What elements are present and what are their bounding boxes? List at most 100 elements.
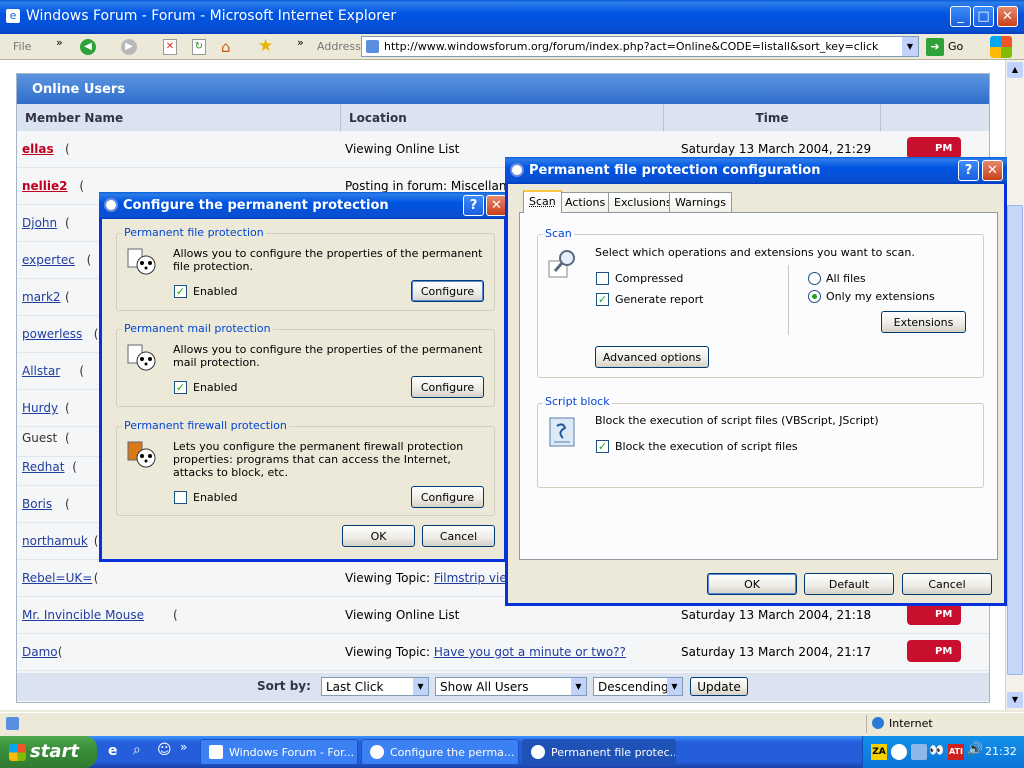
block-scripts-checkbox[interactable]: ✓ xyxy=(596,440,609,453)
start-button[interactable]: start xyxy=(0,736,97,768)
enabled-checkbox[interactable]: ✓ xyxy=(174,285,187,298)
member-link[interactable]: Boris xyxy=(22,497,52,511)
member-link[interactable]: Djohn xyxy=(22,216,57,230)
enabled-label: Enabled xyxy=(193,381,238,394)
column-actions xyxy=(881,104,989,131)
toolbar-overflow-icon[interactable]: » xyxy=(297,36,304,49)
forward-icon[interactable]: ▶ xyxy=(121,39,137,55)
close-button[interactable]: ✕ xyxy=(982,160,1003,181)
maximize-button[interactable]: □ xyxy=(973,6,994,27)
member-link[interactable]: Rebel=UK= xyxy=(22,571,92,585)
go-button[interactable]: ➜ Go xyxy=(924,37,968,57)
ati-tray-icon[interactable]: ATI xyxy=(948,744,964,760)
pm-button[interactable]: PM xyxy=(907,137,961,159)
scroll-down-icon[interactable]: ▼ xyxy=(1007,692,1023,708)
extensions-button[interactable]: Extensions xyxy=(881,311,966,333)
file-protection-titlebar: Permanent file protection configuration … xyxy=(505,157,1007,184)
generate-report-checkbox[interactable]: ✓ xyxy=(596,293,609,306)
member-link[interactable]: Allstar xyxy=(22,364,60,378)
configure-button[interactable]: Configure xyxy=(411,280,484,302)
address-field[interactable]: http://www.windowsforum.org/forum/index.… xyxy=(361,36,919,57)
member-link[interactable]: powerless xyxy=(22,327,82,341)
member-ip: ( xyxy=(93,534,99,548)
default-button[interactable]: Default xyxy=(804,573,894,595)
sort-bar: Sort by: Last Click ▼ Show All Users ▼ Des… xyxy=(17,673,989,701)
compressed-checkbox[interactable] xyxy=(596,272,609,285)
member-link[interactable]: mark2 xyxy=(22,290,61,304)
sort-order-select[interactable]: Descending ▼ xyxy=(593,677,683,696)
ok-button[interactable]: OK xyxy=(707,573,797,595)
ok-button[interactable]: OK xyxy=(342,525,415,547)
magnifier-icon xyxy=(547,247,579,279)
menu-file[interactable]: File xyxy=(13,40,31,53)
task-windows-forum[interactable]: Windows Forum - For... xyxy=(200,739,358,765)
home-icon[interactable]: ⌂ xyxy=(221,38,231,56)
tab-warnings[interactable]: Warnings xyxy=(669,192,732,212)
cancel-button[interactable]: Cancel xyxy=(422,525,495,547)
panda-title-icon xyxy=(104,198,118,212)
configure-button[interactable]: Configure xyxy=(411,376,484,398)
status-bar: Internet xyxy=(0,712,1024,735)
minimize-button[interactable]: _ xyxy=(950,6,971,27)
menu-overflow-icon[interactable]: » xyxy=(56,36,63,49)
ie-quicklaunch-icon[interactable]: e xyxy=(108,743,118,759)
only-my-extensions-radio[interactable] xyxy=(808,290,821,303)
scroll-thumb[interactable] xyxy=(1007,205,1023,675)
cancel-button[interactable]: Cancel xyxy=(902,573,992,595)
script-icon xyxy=(547,416,579,448)
member-link[interactable]: Redhat xyxy=(22,460,64,474)
member-link[interactable]: Damo xyxy=(22,645,58,659)
network-tray-icon[interactable] xyxy=(911,744,927,760)
tab-actions[interactable]: Actions xyxy=(559,192,612,212)
task-file-protection[interactable]: Permanent file protec... xyxy=(522,739,676,765)
address-dropdown-icon[interactable]: ▼ xyxy=(902,37,918,56)
quicklaunch-overflow-icon[interactable]: » xyxy=(180,740,187,754)
tab-panel: Scan Select which operations and extensi… xyxy=(519,212,998,560)
pm-button[interactable]: PM xyxy=(907,603,961,625)
time-text: Saturday 13 March 2004, 21:29 xyxy=(681,142,872,156)
member-ip: ( xyxy=(86,253,92,267)
favorites-icon[interactable]: ★ xyxy=(258,36,273,56)
update-button[interactable]: Update xyxy=(690,677,748,696)
location-text: Viewing Online List xyxy=(345,142,460,156)
help-button[interactable]: ? xyxy=(958,160,979,181)
member-link[interactable]: Mr. Invincible Mouse xyxy=(22,608,144,622)
zone-label: Internet xyxy=(889,717,933,730)
close-button[interactable]: ✕ xyxy=(997,6,1018,27)
member-link[interactable]: northamuk xyxy=(22,534,88,548)
panda-tray-icon[interactable] xyxy=(891,744,907,760)
messenger-quicklaunch-icon[interactable]: ☺ xyxy=(157,742,172,758)
member-link[interactable]: Hurdy xyxy=(22,401,58,415)
location-text: Viewing Topic: Filmstrip view xyxy=(345,571,517,585)
pm-button[interactable]: PM xyxy=(907,640,961,662)
panda-protection-icon xyxy=(126,341,158,373)
member-link[interactable]: ellas xyxy=(22,142,54,156)
search-quicklaunch-icon[interactable]: ⌕ xyxy=(133,742,141,758)
all-files-radio[interactable] xyxy=(808,272,821,285)
member-link: Guest xyxy=(22,431,58,445)
enabled-checkbox[interactable] xyxy=(174,491,187,504)
panda-task-icon xyxy=(531,745,545,759)
tab-scan[interactable]: Scan xyxy=(523,190,562,213)
task-configure-protection[interactable]: Configure the perma... xyxy=(361,739,519,765)
sort-key-select[interactable]: Last Click ▼ xyxy=(321,677,429,696)
eyes-tray-icon[interactable]: 👀 xyxy=(929,743,944,757)
help-button[interactable]: ? xyxy=(463,195,484,216)
tab-exclusions[interactable]: Exclusions xyxy=(608,192,678,212)
configure-button[interactable]: Configure xyxy=(411,486,484,508)
zonealarm-tray-icon[interactable]: ZA xyxy=(871,744,887,760)
topic-link[interactable]: Have you got a minute or two?? xyxy=(434,645,626,659)
volume-tray-icon[interactable]: 🔊 xyxy=(967,742,983,757)
refresh-icon[interactable]: ↻ xyxy=(192,39,206,55)
vertical-scrollbar[interactable]: ▲ ▼ xyxy=(1005,60,1024,710)
back-icon[interactable]: ◀ xyxy=(80,39,96,55)
scroll-up-icon[interactable]: ▲ xyxy=(1007,62,1023,78)
member-link[interactable]: expertec xyxy=(22,253,75,267)
group-label: Permanent firewall protection xyxy=(122,419,289,432)
advanced-options-button[interactable]: Advanced options xyxy=(595,346,709,368)
stop-icon[interactable]: ✕ xyxy=(163,39,177,55)
close-button[interactable]: ✕ xyxy=(486,195,507,216)
sort-filter-select[interactable]: Show All Users ▼ xyxy=(435,677,587,696)
enabled-checkbox[interactable]: ✓ xyxy=(174,381,187,394)
member-link[interactable]: nellie2 xyxy=(22,179,68,193)
